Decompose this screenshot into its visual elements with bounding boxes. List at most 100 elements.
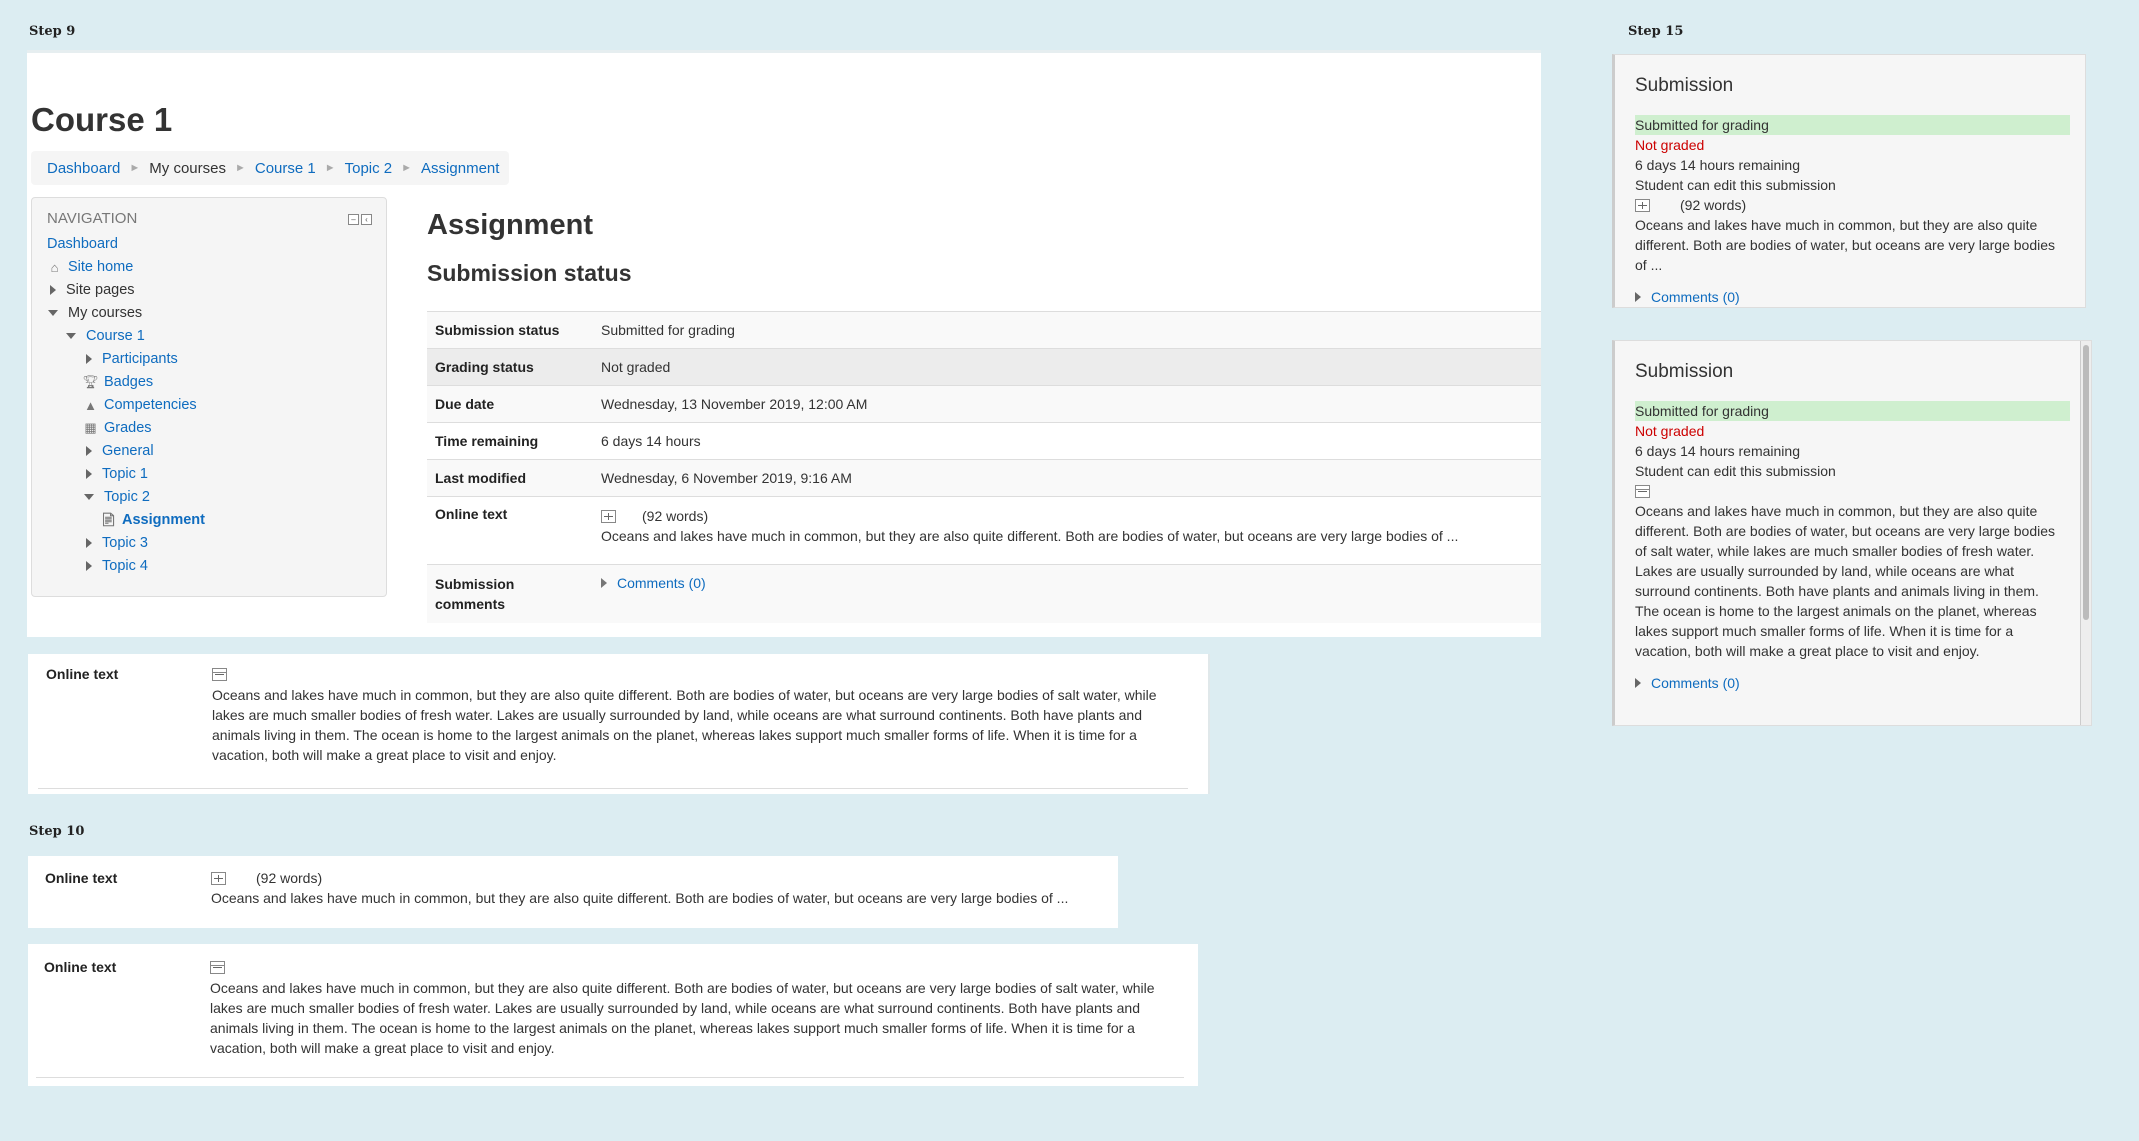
nav-topic-4[interactable]: Topic 4 xyxy=(86,558,148,574)
expand-arrow-icon xyxy=(86,354,92,364)
nav-topic-1-label[interactable]: Topic 1 xyxy=(102,466,148,482)
nav-assignment[interactable]: 📄︎ Assignment xyxy=(100,512,205,528)
row-label: Grading status xyxy=(427,348,593,386)
row-label: Due date xyxy=(427,385,593,423)
scrollbar-thumb[interactable] xyxy=(2083,345,2089,620)
row-value: 6 days 14 hours xyxy=(593,422,1541,460)
text-line: lakes support much smaller forms of life… xyxy=(1635,623,2014,639)
nav-topic-4-label[interactable]: Topic 4 xyxy=(102,558,148,574)
nav-badges-label[interactable]: Badges xyxy=(104,374,153,390)
submission-status-heading: Submission status xyxy=(427,260,632,286)
comments-link[interactable]: Comments (0) xyxy=(617,575,706,591)
comments-toggle[interactable]: Comments (0) xyxy=(1635,287,1740,307)
row-label: Online text xyxy=(427,496,593,565)
assignment-icon: 📄︎ xyxy=(100,512,117,527)
nav-topic-2-label[interactable]: Topic 2 xyxy=(104,489,150,505)
step-10-label: Step 10 xyxy=(29,824,85,839)
text-line: Oceans and lakes have much in common, bu… xyxy=(212,687,1157,703)
breadcrumb-course-1[interactable]: Course 1 xyxy=(255,160,316,177)
collapse-text-icon[interactable] xyxy=(1635,485,1650,498)
nav-badges[interactable]: 🏆︎ Badges xyxy=(82,374,153,390)
table-row: Submission status Submitted for grading xyxy=(427,311,1541,349)
expand-text-icon[interactable] xyxy=(601,509,616,523)
text-line: lakes are much smaller bodies of fresh w… xyxy=(212,707,1142,723)
submission-status-table: Submission status Submitted for grading … xyxy=(427,311,1541,623)
text-line: vacation, both will make a great place t… xyxy=(212,747,557,763)
collapse-text-icon[interactable] xyxy=(212,668,227,681)
text-line: of salt water, while lakes are much smal… xyxy=(1635,543,2035,559)
row-label: Time remaining xyxy=(427,422,593,460)
nav-grades[interactable]: ▦ Grades xyxy=(83,420,152,436)
comments-toggle[interactable]: Comments (0) xyxy=(1635,673,1740,693)
nav-topic-2[interactable]: Topic 2 xyxy=(84,489,150,505)
comments-cell: Comments (0) xyxy=(593,564,1541,623)
nav-site-home[interactable]: ⌂ Site home xyxy=(47,259,134,275)
breadcrumb-dashboard[interactable]: Dashboard xyxy=(47,160,120,177)
expand-arrow-icon xyxy=(86,538,92,548)
dock-block-icon[interactable]: ‹ xyxy=(361,214,372,225)
online-text-expanded-panel: Online text Oceans and lakes have much i… xyxy=(28,654,1210,794)
text-line: different. Both are bodies of water, but… xyxy=(1635,523,2055,539)
nav-general[interactable]: General xyxy=(86,443,154,459)
table-row: Last modified Wednesday, 6 November 2019… xyxy=(427,459,1541,497)
row-value: Wednesday, 6 November 2019, 9:16 AM xyxy=(593,459,1541,497)
nav-dashboard-label[interactable]: Dashboard xyxy=(47,236,118,252)
text-line: lakes are much smaller bodies of fresh w… xyxy=(210,1000,1140,1016)
expand-arrow-icon xyxy=(86,446,92,456)
submission-title: Submission xyxy=(1635,75,1734,96)
expand-arrow-icon xyxy=(1635,292,1641,302)
breadcrumb-my-courses: My courses xyxy=(149,159,226,177)
breadcrumb-topic-2[interactable]: Topic 2 xyxy=(345,160,393,177)
assignment-title: Assignment xyxy=(427,209,593,241)
collapse-text-icon[interactable] xyxy=(210,961,225,974)
edit-status: Student can edit this submission xyxy=(1635,177,1836,193)
word-count: (92 words) xyxy=(256,870,323,886)
collapse-block-icon[interactable]: – xyxy=(348,214,359,225)
online-text-summary: Oceans and lakes have much in common, bu… xyxy=(211,890,1069,906)
online-text-collapsed-panel: Online text (92 words) Oceans and lakes … xyxy=(28,856,1118,928)
expand-text-icon[interactable] xyxy=(211,872,226,885)
expand-arrow-icon xyxy=(601,578,607,588)
nav-course-1[interactable]: Course 1 xyxy=(66,328,145,344)
text-line: of ... xyxy=(1635,257,1663,273)
table-row-online-text: Online text (92 words) Oceans and lakes … xyxy=(427,496,1541,565)
text-line: surround continents. Both have plants an… xyxy=(1635,583,2039,599)
nav-dashboard[interactable]: Dashboard xyxy=(47,236,118,252)
comments-link[interactable]: Comments (0) xyxy=(1651,287,1740,307)
nav-assignment-label[interactable]: Assignment xyxy=(122,512,205,528)
row-label-line: Submission xyxy=(435,575,515,592)
word-count: (92 words) xyxy=(1680,197,1747,213)
breadcrumb-separator-icon: ► xyxy=(324,162,336,174)
online-text-full: Oceans and lakes have much in common, bu… xyxy=(212,685,1157,765)
expand-arrow-icon xyxy=(1635,678,1641,688)
online-text-summary: Oceans and lakes have much in common, bu… xyxy=(601,528,1459,544)
nav-general-label[interactable]: General xyxy=(102,443,154,459)
nav-competencies-label[interactable]: Competencies xyxy=(104,397,197,413)
table-row: Time remaining 6 days 14 hours xyxy=(427,422,1541,460)
nav-site-home-label[interactable]: Site home xyxy=(68,259,133,275)
nav-topic-3-label[interactable]: Topic 3 xyxy=(102,535,148,551)
row-label: Submission status xyxy=(427,311,593,349)
breadcrumb-assignment[interactable]: Assignment xyxy=(421,160,499,177)
collapse-arrow-icon xyxy=(48,310,58,316)
text-line: animals living in them. The ocean is hom… xyxy=(212,727,1137,743)
nav-participants[interactable]: Participants xyxy=(86,351,178,367)
text-line: The ocean is home to the largest animals… xyxy=(1635,603,2037,619)
row-label-line: comments xyxy=(435,595,506,612)
nav-competencies[interactable]: ▲ Competencies xyxy=(83,397,197,413)
assignment-page: Course 1 Dashboard ► My courses ► Course… xyxy=(27,50,1541,637)
text-line: vacation, both will make a great place t… xyxy=(1635,643,1980,659)
comments-toggle[interactable]: Comments (0) xyxy=(601,575,706,591)
comments-link[interactable]: Comments (0) xyxy=(1651,673,1740,693)
nav-course-1-label[interactable]: Course 1 xyxy=(86,328,145,344)
expand-arrow-icon xyxy=(50,285,56,295)
nav-site-pages[interactable]: Site pages xyxy=(50,282,135,298)
scrollbar[interactable] xyxy=(2080,341,2091,725)
expand-text-icon[interactable] xyxy=(1635,199,1650,212)
nav-grades-label[interactable]: Grades xyxy=(104,420,152,436)
nav-my-courses[interactable]: My courses xyxy=(48,305,142,321)
block-controls: – ‹ xyxy=(348,214,372,225)
nav-topic-3[interactable]: Topic 3 xyxy=(86,535,148,551)
nav-topic-1[interactable]: Topic 1 xyxy=(86,466,148,482)
nav-participants-label[interactable]: Participants xyxy=(102,351,178,367)
